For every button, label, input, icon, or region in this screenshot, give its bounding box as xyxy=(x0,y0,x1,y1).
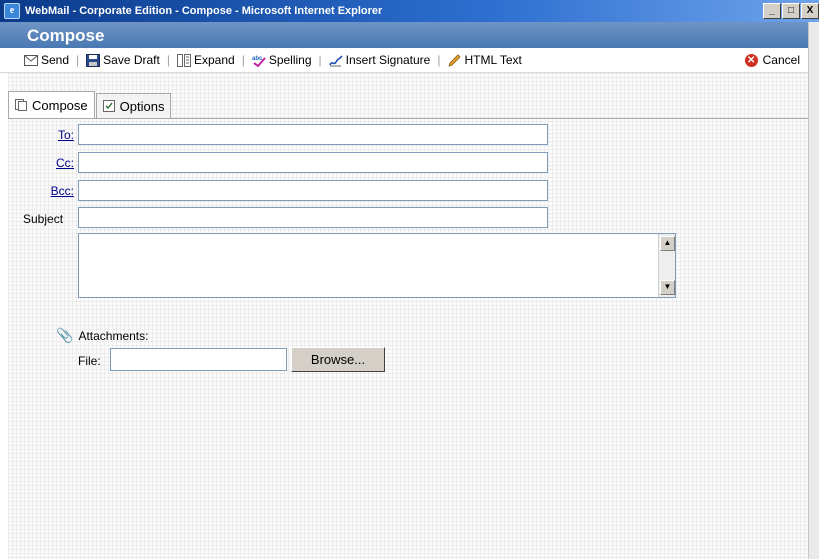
page-title: Compose xyxy=(27,26,105,45)
subject-label: Subject xyxy=(23,212,64,226)
minimize-button[interactable]: _ xyxy=(763,3,781,19)
spelling-button[interactable]: abc Spelling xyxy=(252,53,312,67)
message-body-scrollbar[interactable]: ▲ ▼ xyxy=(658,234,675,297)
tab-options[interactable]: Options xyxy=(95,93,172,118)
insert-signature-button[interactable]: Insert Signature xyxy=(328,53,431,67)
expand-label: Expand xyxy=(193,53,235,67)
subject-input[interactable] xyxy=(78,207,548,228)
spell-check-icon: abc xyxy=(252,56,266,67)
save-draft-label: Save Draft xyxy=(103,53,160,67)
window-title-bar: e WebMail - Corporate Edition - Compose … xyxy=(0,0,819,22)
insert-signature-label: Insert Signature xyxy=(345,53,431,67)
to-input[interactable] xyxy=(78,124,548,145)
toolbar-separator: | xyxy=(318,53,322,67)
close-button[interactable]: X xyxy=(801,3,819,19)
spelling-label: Spelling xyxy=(268,53,312,67)
file-path-input[interactable] xyxy=(110,348,287,371)
attachments-section: 📎 Attachments: xyxy=(56,327,148,344)
options-tab-icon xyxy=(102,100,115,112)
scroll-up-icon[interactable]: ▲ xyxy=(660,236,675,251)
file-label: File: xyxy=(78,354,101,368)
pencil-icon xyxy=(448,53,462,67)
send-button[interactable]: Send xyxy=(24,53,69,67)
tab-options-label: Options xyxy=(119,98,165,114)
expand-button[interactable]: Expand xyxy=(176,53,235,67)
window-controls: _ □ X xyxy=(762,3,819,19)
send-icon xyxy=(24,54,38,66)
toolbar-separator: | xyxy=(241,53,245,67)
browse-button[interactable]: Browse... xyxy=(291,347,385,372)
signature-pen-icon xyxy=(328,54,343,66)
compose-tabs: Compose Options xyxy=(8,91,172,118)
window-title: WebMail - Corporate Edition - Compose - … xyxy=(25,5,383,17)
tab-compose[interactable]: Compose xyxy=(8,91,95,118)
maximize-button[interactable]: □ xyxy=(782,3,800,19)
attachments-label: Attachments: xyxy=(78,328,149,343)
expand-icon xyxy=(176,53,191,67)
cancel-label: Cancel xyxy=(762,53,800,67)
internet-explorer-icon: e xyxy=(4,3,20,19)
toolbar-separator: | xyxy=(437,53,441,67)
scroll-down-icon[interactable]: ▼ xyxy=(660,280,675,295)
message-body-textarea[interactable]: ▲ ▼ xyxy=(78,233,676,298)
tab-divider xyxy=(8,118,808,119)
html-text-button[interactable]: HTML Text xyxy=(447,53,522,67)
cancel-icon: ✕ xyxy=(744,53,758,67)
toolbar-separator: | xyxy=(166,53,170,67)
send-label: Send xyxy=(41,53,70,67)
cc-input[interactable] xyxy=(78,152,548,173)
tab-compose-label: Compose xyxy=(32,97,88,113)
window-scrollbar[interactable] xyxy=(808,22,819,559)
compose-content-area xyxy=(8,73,808,559)
compose-tab-icon xyxy=(15,99,27,111)
bcc-input[interactable] xyxy=(78,180,548,201)
cc-label-link[interactable]: Cc: xyxy=(34,156,74,170)
compose-header: Compose xyxy=(0,22,808,48)
paperclip-icon: 📎 xyxy=(56,327,74,343)
floppy-disk-icon xyxy=(86,53,101,67)
bcc-label-link[interactable]: Bcc: xyxy=(34,184,74,198)
save-draft-button[interactable]: Save Draft xyxy=(86,53,160,67)
html-text-label: HTML Text xyxy=(464,53,522,67)
to-label-link[interactable]: To: xyxy=(34,128,74,142)
cancel-button[interactable]: ✕ Cancel xyxy=(744,53,800,67)
compose-toolbar: Send | Save Draft | Expand | abc Spellin… xyxy=(0,48,808,73)
toolbar-separator: | xyxy=(76,53,80,67)
